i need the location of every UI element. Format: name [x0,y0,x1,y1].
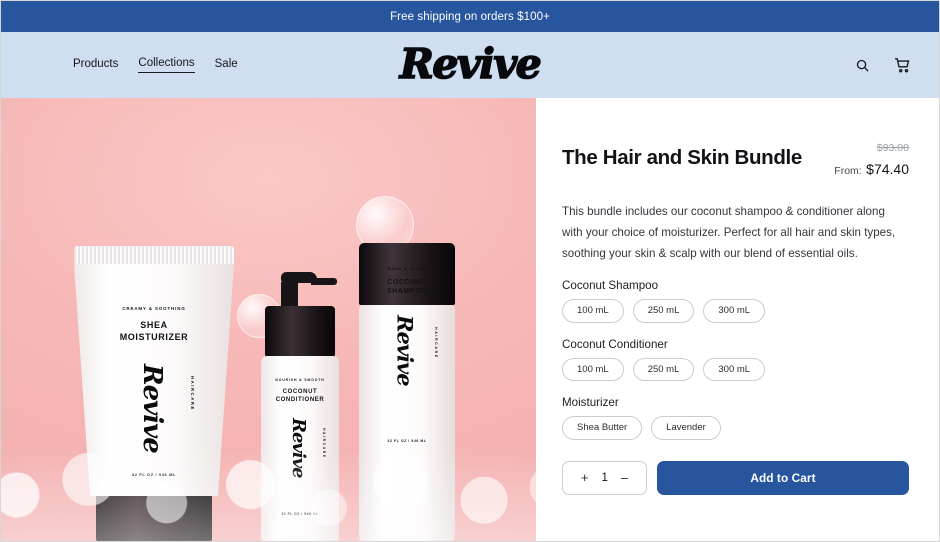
product-page: Free shipping on orders $100+ Products C… [0,0,940,542]
option-label: Coconut Conditioner [562,337,668,351]
option-group-coconut-conditioner: Coconut Conditioner 100 mL 250 mL 300 mL [562,338,909,382]
pump-name: COCONUT CONDITIONER [275,389,325,404]
page-title: The Hair and Skin Bundle [562,146,802,169]
shampoo-kicker: WASH & CLEAN [387,267,427,271]
shampoo-name: COCONUT SHAMPOO [386,279,428,296]
option-values: 100 mL 250 mL 300 mL [562,357,909,382]
quantity-value: 1 [601,471,608,484]
price-block: $93.00 From: $74.40 [834,140,909,181]
product-details: The Hair and Skin Bundle $93.00 From: $7… [536,98,939,541]
option-label: Moisturizer [562,396,619,410]
soap-foam-decoration [1,417,536,541]
option-values: 100 mL 250 mL 300 mL [562,299,909,323]
product-description: This bundle includes our coconut shampoo… [562,204,896,261]
add-to-cart-button[interactable]: Add to Cart [657,460,909,495]
option-group-moisturizer: Moisturizer Shea Butter Lavender [562,396,909,440]
purchase-controls: + 1 – Add to Cart [562,460,909,495]
primary-navigation: Products Collections Sale [73,57,238,73]
logo-text: Revive [399,39,543,89]
tube-name: SHEA MOISTURIZER [119,320,189,343]
shopping-cart-icon [894,57,909,72]
site-header: Products Collections Sale Revive [1,32,939,98]
option-conditioner-100ml[interactable]: 100 mL [562,357,624,382]
cart-button[interactable] [891,54,913,76]
header-actions [851,54,913,76]
option-shampoo-100ml[interactable]: 100 mL [562,299,624,323]
current-price: From: $74.40 [834,158,909,181]
tube-brand-sub: HAIRCARE [190,376,195,411]
nav-item-sale[interactable]: Sale [215,58,238,73]
title-row: The Hair and Skin Bundle $93.00 From: $7… [562,140,909,181]
option-conditioner-250ml[interactable]: 250 mL [632,357,695,382]
option-moisturizer-shea-butter[interactable]: Shea Butter [562,416,643,440]
quantity-decrease-button[interactable]: – [621,471,628,484]
nav-item-collections[interactable]: Collections [138,57,195,73]
product-image[interactable]: CREAMY & SOOTHING SHEA MOISTURIZER Revive… [1,98,536,541]
search-icon [856,59,869,72]
option-shampoo-250ml[interactable]: 250 mL [632,299,695,323]
option-values: Shea Butter Lavender [562,416,909,440]
search-button[interactable] [851,54,873,76]
page-content: CREAMY & SOOTHING SHEA MOISTURIZER Revive… [1,98,939,541]
option-shampoo-300ml[interactable]: 300 mL [703,299,766,323]
option-conditioner-300ml[interactable]: 300 mL [703,357,766,382]
option-moisturizer-lavender[interactable]: Lavender [651,416,721,440]
tube-kicker: CREAMY & SOOTHING [122,306,186,311]
option-group-coconut-shampoo: Coconut Shampoo 100 mL 250 mL 300 mL [562,279,909,323]
quantity-stepper[interactable]: + 1 – [562,460,647,495]
shampoo-brand-sub: HAIRCARE [434,327,438,359]
quantity-increase-button[interactable]: + [581,471,589,484]
announcement-text: Free shipping on orders $100+ [390,10,550,23]
announcement-bar: Free shipping on orders $100+ [1,1,939,32]
compare-at-price: $93.00 [876,142,909,154]
shampoo-brandmark: Revive [392,315,418,386]
nav-item-products[interactable]: Products [73,58,118,73]
pump-kicker: NOURISH & SMOOTH [275,378,325,382]
price-amount: $74.40 [866,160,909,177]
price-from-label: From: [834,164,862,177]
option-label: Coconut Shampoo [562,279,659,293]
